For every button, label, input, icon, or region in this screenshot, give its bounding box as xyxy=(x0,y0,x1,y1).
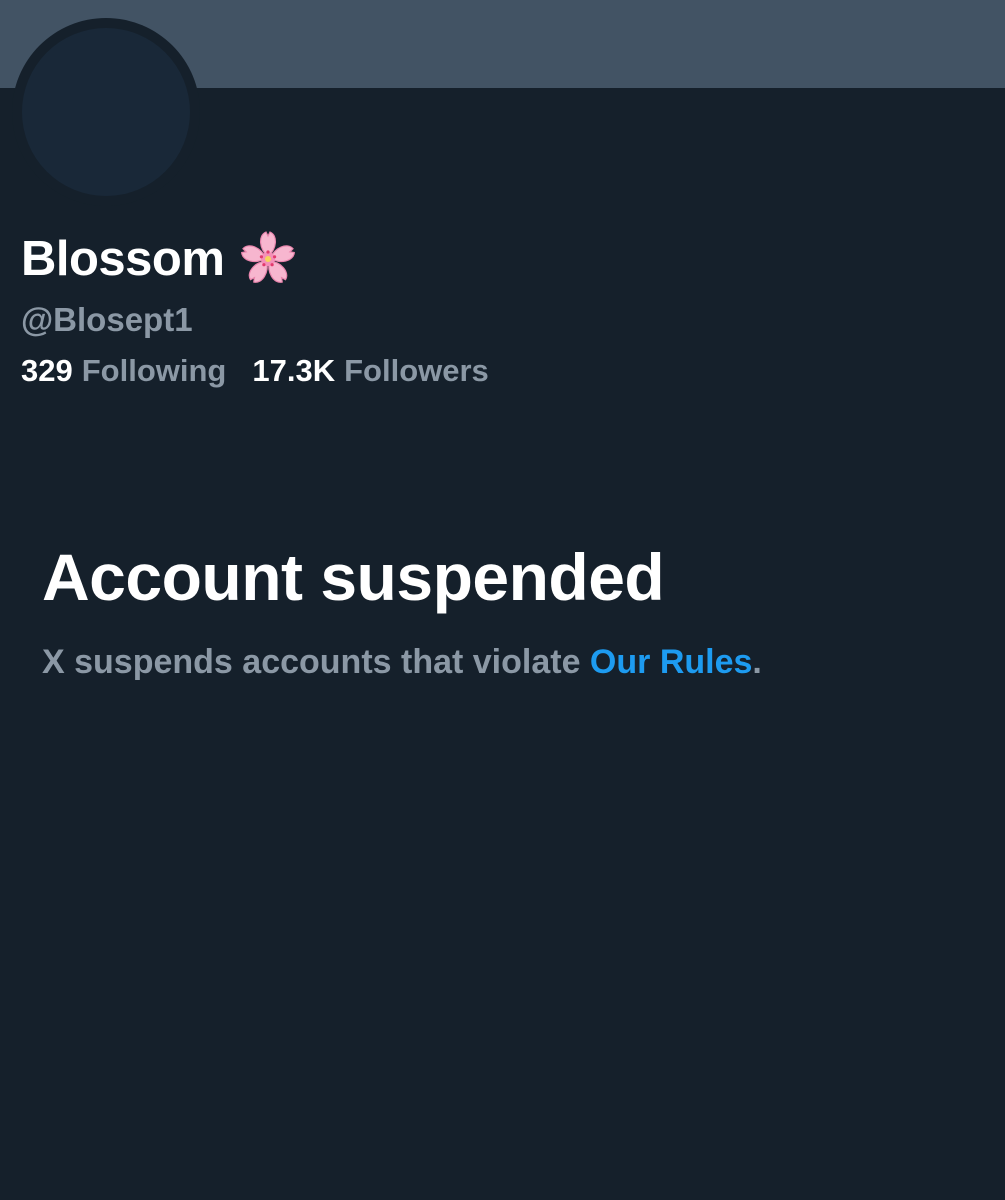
avatar[interactable] xyxy=(22,28,190,196)
user-handle: @Blosept1 xyxy=(21,301,193,338)
suspension-description-prefix: X suspends accounts that violate xyxy=(42,643,590,681)
suspension-description-suffix: . xyxy=(752,643,762,681)
followers-count: 17.3K xyxy=(252,353,336,388)
display-name: Blossom xyxy=(21,224,298,294)
followers-label: Followers xyxy=(344,353,489,388)
our-rules-link[interactable]: Our Rules xyxy=(590,643,752,681)
display-name-text: Blossom xyxy=(21,232,225,286)
suspension-description: X suspends accounts that violate Our Rul… xyxy=(42,638,762,686)
profile-stats: 329 Following 17.3K Followers xyxy=(21,349,515,393)
cherry-blossom-icon xyxy=(238,229,298,289)
following-label: Following xyxy=(81,353,227,388)
followers-link[interactable]: 17.3K Followers xyxy=(252,349,488,393)
following-count: 329 xyxy=(21,353,73,388)
following-link[interactable]: 329 Following xyxy=(21,349,226,393)
suspension-title: Account suspended xyxy=(42,540,665,614)
